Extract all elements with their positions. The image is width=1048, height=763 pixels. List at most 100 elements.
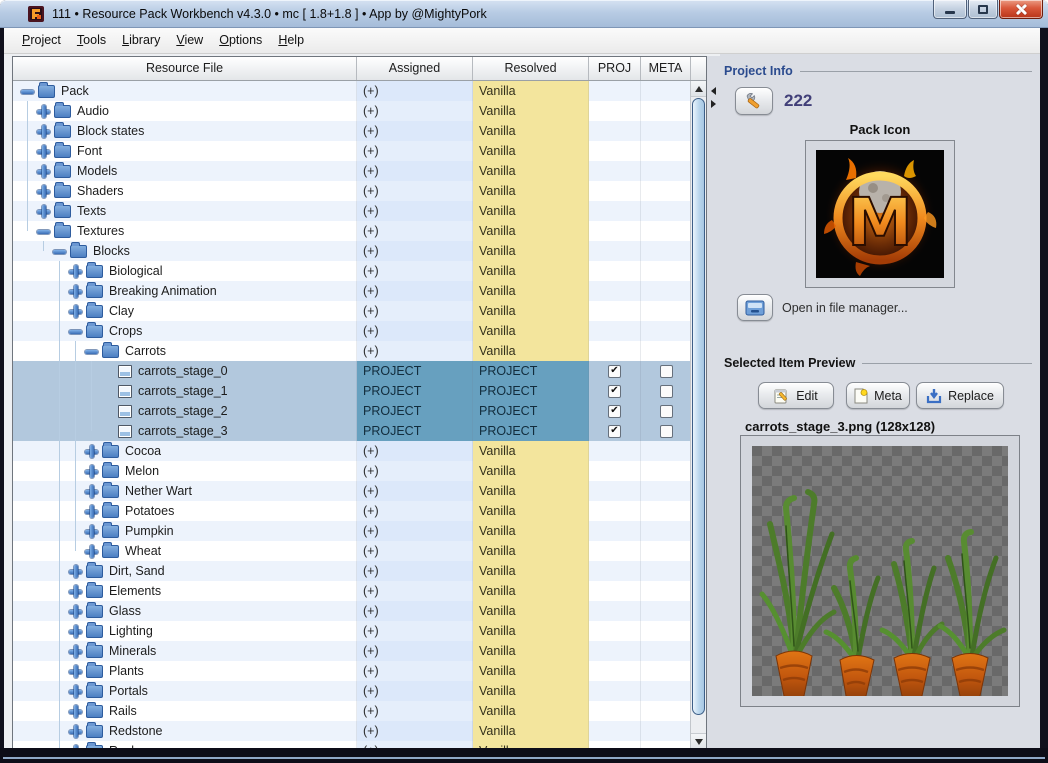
table-scrollbar[interactable] <box>690 81 706 749</box>
tree-expander-icon[interactable] <box>69 645 82 658</box>
collapse-right-icon[interactable] <box>711 100 716 108</box>
tree-expander-icon[interactable] <box>69 285 82 298</box>
table-row[interactable]: carrots_stage_2 PROJECT PROJECT <box>13 401 706 421</box>
column-header-meta[interactable]: META <box>641 57 691 80</box>
table-row[interactable]: Potatoes (+) Vanilla <box>13 501 706 521</box>
menu-item-project[interactable]: Project <box>14 28 69 53</box>
tree-expander-icon[interactable] <box>37 185 50 198</box>
column-header-resolved[interactable]: Resolved <box>473 57 589 80</box>
meta-checkbox[interactable] <box>660 425 673 438</box>
tree-expander-icon[interactable] <box>37 225 50 238</box>
tree-expander-icon[interactable] <box>37 105 50 118</box>
table-row[interactable]: Texts (+) Vanilla <box>13 201 706 221</box>
proj-checkbox[interactable] <box>608 365 621 378</box>
tree-expander-icon[interactable] <box>69 305 82 318</box>
menu-item-options[interactable]: Options <box>211 28 270 53</box>
table-row[interactable]: Portals (+) Vanilla <box>13 681 706 701</box>
tree-expander-icon[interactable] <box>53 245 66 258</box>
tree-expander-icon[interactable] <box>69 265 82 278</box>
collapse-left-icon[interactable] <box>711 87 716 95</box>
tree-expander-icon[interactable] <box>85 545 98 558</box>
table-row[interactable]: Rocks (+) Vanilla <box>13 741 706 748</box>
table-row[interactable]: Dirt, Sand (+) Vanilla <box>13 561 706 581</box>
menu-item-tools[interactable]: Tools <box>69 28 114 53</box>
minimize-button[interactable] <box>933 0 967 19</box>
tree-expander-icon[interactable] <box>85 505 98 518</box>
proj-checkbox[interactable] <box>608 385 621 398</box>
tree-expander-icon[interactable] <box>69 325 82 338</box>
menu-item-help[interactable]: Help <box>270 28 312 53</box>
table-row[interactable]: Melon (+) Vanilla <box>13 461 706 481</box>
table-row[interactable]: Models (+) Vanilla <box>13 161 706 181</box>
replace-button[interactable]: Replace <box>916 382 1004 409</box>
tree-expander-icon[interactable] <box>85 465 98 478</box>
table-row[interactable]: Rails (+) Vanilla <box>13 701 706 721</box>
table-row[interactable]: Biological (+) Vanilla <box>13 261 706 281</box>
tree-expander-icon[interactable] <box>69 685 82 698</box>
scroll-down-button[interactable] <box>691 733 706 749</box>
table-row[interactable]: carrots_stage_0 PROJECT PROJECT <box>13 361 706 381</box>
table-row[interactable]: carrots_stage_1 PROJECT PROJECT <box>13 381 706 401</box>
table-row[interactable]: Font (+) Vanilla <box>13 141 706 161</box>
table-row[interactable]: Glass (+) Vanilla <box>13 601 706 621</box>
tree-expander-icon[interactable] <box>37 165 50 178</box>
table-row[interactable]: Redstone (+) Vanilla <box>13 721 706 741</box>
menu-item-view[interactable]: View <box>168 28 211 53</box>
column-header-resource-file[interactable]: Resource File <box>13 57 357 80</box>
meta-checkbox[interactable] <box>660 365 673 378</box>
file-manager-icon <box>745 300 765 316</box>
edit-button[interactable]: Edit <box>758 382 834 409</box>
project-settings-button[interactable] <box>735 87 773 115</box>
tree-expander-icon[interactable] <box>69 665 82 678</box>
tree-expander-icon[interactable] <box>21 85 34 98</box>
proj-checkbox[interactable] <box>608 405 621 418</box>
split-divider[interactable] <box>707 56 720 748</box>
tree-expander-icon[interactable] <box>69 705 82 718</box>
close-button[interactable] <box>999 0 1043 19</box>
scrollbar-thumb[interactable] <box>692 98 705 715</box>
table-row[interactable]: Textures (+) Vanilla <box>13 221 706 241</box>
table-row[interactable]: Pumpkin (+) Vanilla <box>13 521 706 541</box>
tree-expander-icon[interactable] <box>85 445 98 458</box>
tree-expander-icon[interactable] <box>69 725 82 738</box>
table-row[interactable]: Crops (+) Vanilla <box>13 321 706 341</box>
tree-expander-icon[interactable] <box>69 565 82 578</box>
table-row[interactable]: Wheat (+) Vanilla <box>13 541 706 561</box>
node-label: Minerals <box>109 641 156 661</box>
meta-button[interactable]: Meta <box>846 382 910 409</box>
table-row[interactable]: Carrots (+) Vanilla <box>13 341 706 361</box>
titlebar[interactable]: 111 • Resource Pack Workbench v4.3.0 • m… <box>0 0 1048 28</box>
table-row[interactable]: Pack (+) Vanilla <box>13 81 706 101</box>
tree-expander-icon[interactable] <box>37 205 50 218</box>
table-row[interactable]: Block states (+) Vanilla <box>13 121 706 141</box>
tree-expander-icon[interactable] <box>37 145 50 158</box>
tree-expander-icon[interactable] <box>85 525 98 538</box>
table-row[interactable]: Clay (+) Vanilla <box>13 301 706 321</box>
meta-checkbox[interactable] <box>660 385 673 398</box>
scroll-up-button[interactable] <box>691 81 706 97</box>
tree-expander-icon[interactable] <box>85 485 98 498</box>
table-row[interactable]: Lighting (+) Vanilla <box>13 621 706 641</box>
table-row[interactable]: Audio (+) Vanilla <box>13 101 706 121</box>
maximize-button[interactable] <box>968 0 998 19</box>
table-row[interactable]: carrots_stage_3 PROJECT PROJECT <box>13 421 706 441</box>
table-row[interactable]: Nether Wart (+) Vanilla <box>13 481 706 501</box>
table-row[interactable]: Elements (+) Vanilla <box>13 581 706 601</box>
column-header-assigned[interactable]: Assigned <box>357 57 473 80</box>
table-row[interactable]: Cocoa (+) Vanilla <box>13 441 706 461</box>
table-row[interactable]: Breaking Animation (+) Vanilla <box>13 281 706 301</box>
meta-checkbox[interactable] <box>660 405 673 418</box>
tree-expander-icon[interactable] <box>69 585 82 598</box>
table-row[interactable]: Minerals (+) Vanilla <box>13 641 706 661</box>
table-row[interactable]: Shaders (+) Vanilla <box>13 181 706 201</box>
tree-expander-icon[interactable] <box>69 605 82 618</box>
table-row[interactable]: Plants (+) Vanilla <box>13 661 706 681</box>
tree-expander-icon[interactable] <box>85 345 98 358</box>
proj-checkbox[interactable] <box>608 425 621 438</box>
column-header-proj[interactable]: PROJ <box>589 57 641 80</box>
tree-expander-icon[interactable] <box>69 625 82 638</box>
table-row[interactable]: Blocks (+) Vanilla <box>13 241 706 261</box>
menu-item-library[interactable]: Library <box>114 28 168 53</box>
tree-expander-icon[interactable] <box>37 125 50 138</box>
open-file-manager-button[interactable] <box>737 294 773 321</box>
